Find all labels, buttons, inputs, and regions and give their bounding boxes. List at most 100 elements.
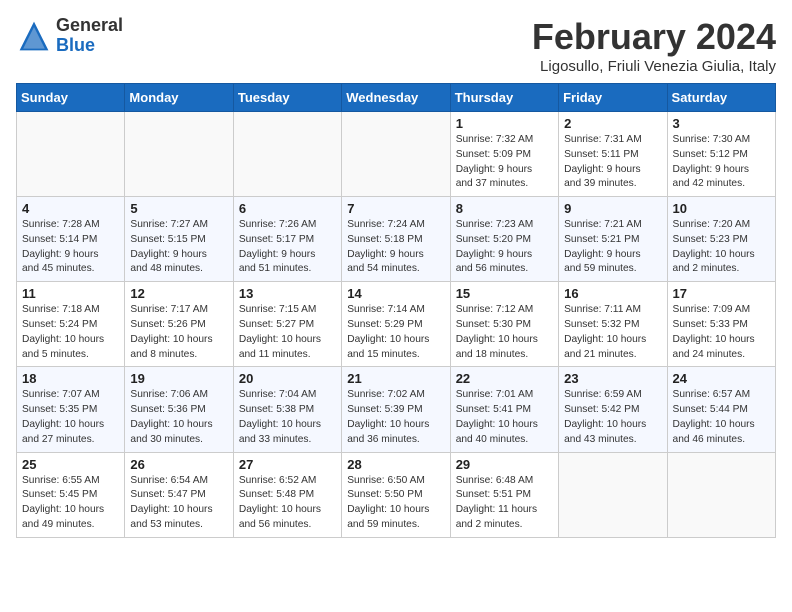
day-info: Sunrise: 6:50 AMSunset: 5:50 PMDaylight:… — [347, 474, 444, 533]
calendar-cell: 24Sunrise: 6:57 AMSunset: 5:44 PMDayligh… — [667, 367, 775, 452]
day-number: 1 — [456, 116, 553, 131]
day-info: Sunrise: 7:11 AMSunset: 5:32 PMDaylight:… — [564, 303, 661, 362]
day-info: Sunrise: 6:55 AMSunset: 5:45 PMDaylight:… — [22, 474, 119, 533]
day-info: Sunrise: 7:28 AMSunset: 5:14 PMDaylight:… — [22, 218, 119, 277]
calendar-week-row: 11Sunrise: 7:18 AMSunset: 5:24 PMDayligh… — [17, 282, 776, 367]
day-number: 15 — [456, 286, 553, 301]
day-info: Sunrise: 6:52 AMSunset: 5:48 PMDaylight:… — [239, 474, 336, 533]
day-number: 24 — [673, 371, 770, 386]
day-number: 7 — [347, 201, 444, 216]
calendar-cell: 10 Sunrise: 7:20 AMSunset: 5:23 PMDayligh… — [667, 197, 775, 282]
day-info: Sunrise: 7:06 AMSunset: 5:36 PMDaylight:… — [130, 388, 227, 447]
title-section: February 2024 Ligosullo, Friuli Venezia … — [532, 16, 776, 75]
calendar-cell: 22 Sunrise: 7:01 AMSunset: 5:41 PMDayligh… — [450, 367, 558, 452]
day-info: Sunrise: 7:14 AMSunset: 5:29 PMDaylight:… — [347, 303, 444, 362]
weekday-header: Thursday — [450, 84, 558, 112]
page-header: General Blue February 2024 Ligosullo, Fr… — [16, 16, 776, 75]
day-info: Sunrise: 7:04 AMSunset: 5:38 PMDaylight:… — [239, 388, 336, 447]
weekday-header: Friday — [559, 84, 667, 112]
calendar-cell — [233, 112, 341, 197]
calendar-cell: 19 Sunrise: 7:06 AMSunset: 5:36 PMDayligh… — [125, 367, 233, 452]
day-info: Sunrise: 7:20 AMSunset: 5:23 PMDaylight:… — [673, 218, 770, 277]
day-number: 3 — [673, 116, 770, 131]
day-number: 10 — [673, 201, 770, 216]
calendar-cell: 26 Sunrise: 6:54 AMSunset: 5:47 PMDayligh… — [125, 452, 233, 537]
day-number: 14 — [347, 286, 444, 301]
day-info: Sunrise: 7:09 AMSunset: 5:33 PMDaylight:… — [673, 303, 770, 362]
day-info: Sunrise: 7:23 AMSunset: 5:20 PMDaylight:… — [456, 218, 553, 277]
calendar-cell: 6Sunrise: 7:26 AMSunset: 5:17 PMDaylight… — [233, 197, 341, 282]
day-info: Sunrise: 7:01 AMSunset: 5:41 PMDaylight:… — [456, 388, 553, 447]
day-number: 2 — [564, 116, 661, 131]
calendar-cell: 4 Sunrise: 7:28 AMSunset: 5:14 PMDaylight… — [17, 197, 125, 282]
day-info: Sunrise: 6:48 AMSunset: 5:51 PMDaylight:… — [456, 474, 553, 533]
day-info: Sunrise: 6:59 AMSunset: 5:42 PMDaylight:… — [564, 388, 661, 447]
day-number: 26 — [130, 457, 227, 472]
day-number: 23 — [564, 371, 661, 386]
weekday-header: Monday — [125, 84, 233, 112]
day-info: Sunrise: 7:32 AMSunset: 5:09 PMDaylight:… — [456, 133, 553, 192]
calendar-cell: 17Sunrise: 7:09 AMSunset: 5:33 PMDayligh… — [667, 282, 775, 367]
calendar-cell: 18 Sunrise: 7:07 AMSunset: 5:35 PMDayligh… — [17, 367, 125, 452]
calendar-cell: 29 Sunrise: 6:48 AMSunset: 5:51 PMDayligh… — [450, 452, 558, 537]
calendar-week-row: 4 Sunrise: 7:28 AMSunset: 5:14 PMDaylight… — [17, 197, 776, 282]
location-title: Ligosullo, Friuli Venezia Giulia, Italy — [532, 58, 776, 75]
day-number: 27 — [239, 457, 336, 472]
day-number: 29 — [456, 457, 553, 472]
day-info: Sunrise: 7:18 AMSunset: 5:24 PMDaylight:… — [22, 303, 119, 362]
day-info: Sunrise: 7:27 AMSunset: 5:15 PMDaylight:… — [130, 218, 227, 277]
day-number: 22 — [456, 371, 553, 386]
day-number: 8 — [456, 201, 553, 216]
calendar-cell: 9Sunrise: 7:21 AMSunset: 5:21 PMDaylight… — [559, 197, 667, 282]
calendar-cell: 8 Sunrise: 7:23 AMSunset: 5:20 PMDaylight… — [450, 197, 558, 282]
calendar-cell: 16 Sunrise: 7:11 AMSunset: 5:32 PMDayligh… — [559, 282, 667, 367]
day-number: 13 — [239, 286, 336, 301]
day-info: Sunrise: 7:31 AMSunset: 5:11 PMDaylight:… — [564, 133, 661, 192]
day-info: Sunrise: 7:07 AMSunset: 5:35 PMDaylight:… — [22, 388, 119, 447]
calendar-cell: 27 Sunrise: 6:52 AMSunset: 5:48 PMDayligh… — [233, 452, 341, 537]
calendar-cell — [559, 452, 667, 537]
day-info: Sunrise: 7:24 AMSunset: 5:18 PMDaylight:… — [347, 218, 444, 277]
calendar-cell — [17, 112, 125, 197]
weekday-header: Wednesday — [342, 84, 450, 112]
day-info: Sunrise: 7:02 AMSunset: 5:39 PMDaylight:… — [347, 388, 444, 447]
calendar-cell: 28 Sunrise: 6:50 AMSunset: 5:50 PMDayligh… — [342, 452, 450, 537]
day-number: 4 — [22, 201, 119, 216]
weekday-header: Saturday — [667, 84, 775, 112]
day-info: Sunrise: 7:17 AMSunset: 5:26 PMDaylight:… — [130, 303, 227, 362]
logo-text: General Blue — [56, 16, 123, 56]
day-number: 19 — [130, 371, 227, 386]
calendar-cell — [667, 452, 775, 537]
day-info: Sunrise: 6:54 AMSunset: 5:47 PMDaylight:… — [130, 474, 227, 533]
calendar-week-row: 1 Sunrise: 7:32 AMSunset: 5:09 PMDaylight… — [17, 112, 776, 197]
month-title: February 2024 — [532, 16, 776, 58]
logo: General Blue — [16, 16, 123, 56]
calendar-cell: 20 Sunrise: 7:04 AMSunset: 5:38 PMDayligh… — [233, 367, 341, 452]
day-number: 6 — [239, 201, 336, 216]
calendar-cell: 21Sunrise: 7:02 AMSunset: 5:39 PMDayligh… — [342, 367, 450, 452]
day-info: Sunrise: 7:21 AMSunset: 5:21 PMDaylight:… — [564, 218, 661, 277]
weekday-header-row: SundayMondayTuesdayWednesdayThursdayFrid… — [17, 84, 776, 112]
calendar-table: SundayMondayTuesdayWednesdayThursdayFrid… — [16, 83, 776, 538]
calendar-cell: 23 Sunrise: 6:59 AMSunset: 5:42 PMDayligh… — [559, 367, 667, 452]
day-number: 5 — [130, 201, 227, 216]
day-number: 16 — [564, 286, 661, 301]
day-number: 12 — [130, 286, 227, 301]
calendar-week-row: 25 Sunrise: 6:55 AMSunset: 5:45 PMDayligh… — [17, 452, 776, 537]
calendar-cell: 5 Sunrise: 7:27 AMSunset: 5:15 PMDaylight… — [125, 197, 233, 282]
calendar-cell: 15 Sunrise: 7:12 AMSunset: 5:30 PMDayligh… — [450, 282, 558, 367]
day-number: 20 — [239, 371, 336, 386]
calendar-week-row: 18 Sunrise: 7:07 AMSunset: 5:35 PMDayligh… — [17, 367, 776, 452]
weekday-header: Sunday — [17, 84, 125, 112]
calendar-cell — [125, 112, 233, 197]
calendar-cell: 14 Sunrise: 7:14 AMSunset: 5:29 PMDayligh… — [342, 282, 450, 367]
day-info: Sunrise: 7:15 AMSunset: 5:27 PMDaylight:… — [239, 303, 336, 362]
day-info: Sunrise: 7:12 AMSunset: 5:30 PMDaylight:… — [456, 303, 553, 362]
calendar-cell: 12 Sunrise: 7:17 AMSunset: 5:26 PMDayligh… — [125, 282, 233, 367]
day-number: 18 — [22, 371, 119, 386]
calendar-cell: 2 Sunrise: 7:31 AMSunset: 5:11 PMDaylight… — [559, 112, 667, 197]
logo-icon — [16, 18, 52, 54]
day-number: 28 — [347, 457, 444, 472]
day-number: 25 — [22, 457, 119, 472]
calendar-cell: 3Sunrise: 7:30 AMSunset: 5:12 PMDaylight… — [667, 112, 775, 197]
